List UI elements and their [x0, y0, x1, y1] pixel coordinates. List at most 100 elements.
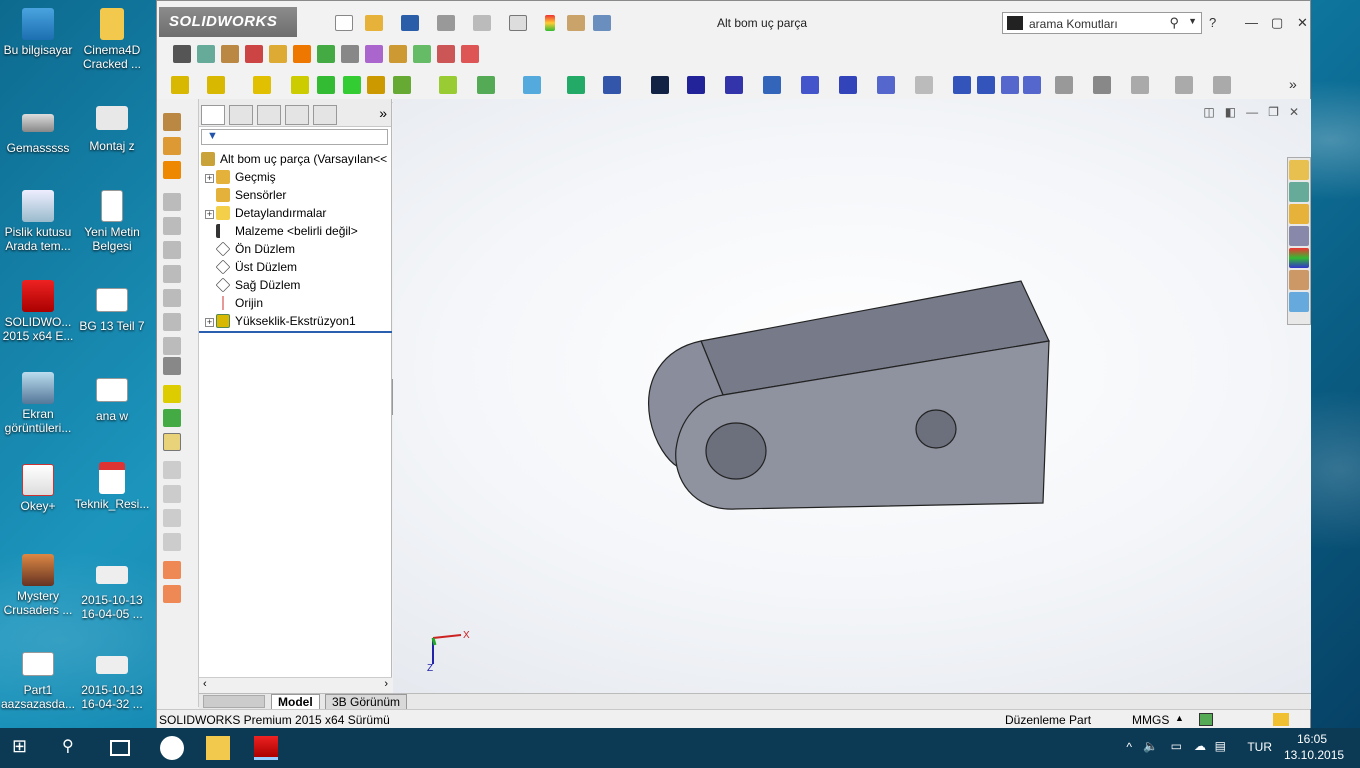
solidworks-logo[interactable]: SOLIDWORKS	[159, 7, 297, 37]
tree-root[interactable]: Alt bom uç parça (Varsayılan<<	[201, 150, 387, 168]
units-selector[interactable]: MMGS	[1132, 713, 1169, 727]
convert-entities-icon[interactable]	[1093, 76, 1111, 94]
chevron-right-icon[interactable]: »	[379, 105, 387, 121]
scene-icon[interactable]	[317, 45, 335, 63]
language-indicator[interactable]: TUR	[1247, 740, 1272, 754]
network-icon[interactable]: ▭	[1171, 739, 1182, 753]
desktop-icon-gemasssss[interactable]: Gemasssss	[0, 108, 76, 155]
loft-icon[interactable]	[291, 76, 309, 94]
home-icon[interactable]	[1289, 160, 1309, 180]
tree-node-annotations[interactable]: + Detaylandırmalar	[205, 204, 326, 222]
tab-3d-view[interactable]: 3B Görünüm	[325, 694, 408, 710]
pattern-grid-icon[interactable]	[163, 433, 181, 451]
tab-navigation-arrows[interactable]	[203, 695, 265, 708]
desktop-icon-recycle-bin[interactable]: Pislik kutusu Arada tem...	[0, 190, 76, 253]
boss-icon[interactable]	[163, 385, 181, 403]
rollback-bar[interactable]	[199, 331, 392, 333]
key-icon[interactable]	[269, 45, 287, 63]
feature-manager-tab-icon[interactable]	[201, 105, 225, 125]
yandex-browser-icon[interactable]	[160, 736, 184, 760]
property-manager-tab-icon[interactable]	[229, 105, 253, 125]
expand-icon[interactable]: +	[205, 210, 214, 219]
minimize-button[interactable]: —	[1245, 15, 1258, 30]
polygon-icon[interactable]	[953, 76, 971, 94]
shell-icon[interactable]	[163, 337, 181, 355]
chevron-up-icon[interactable]: ^	[1126, 740, 1132, 754]
point-icon[interactable]	[977, 76, 995, 94]
feature-icon[interactable]	[163, 113, 181, 131]
appearances-icon[interactable]	[1289, 248, 1309, 268]
search-icon[interactable]: ⚲	[1169, 15, 1179, 31]
cloud-icon[interactable]: ☁	[1194, 739, 1206, 753]
fillet-sketch-icon[interactable]	[915, 76, 933, 94]
tag-icon[interactable]	[1273, 713, 1289, 726]
volume-icon[interactable]: 🔈	[1143, 739, 1158, 753]
sweep-icon[interactable]	[253, 76, 271, 94]
tree-node-top-plane[interactable]: Üst Düzlem	[215, 258, 297, 276]
display-style-icon[interactable]	[293, 45, 311, 63]
sketch-icon[interactable]	[567, 76, 585, 94]
spline-icon[interactable]	[839, 76, 857, 94]
axis-icon[interactable]	[163, 241, 181, 259]
move-entities-icon[interactable]	[1213, 76, 1231, 94]
view-palette-icon[interactable]	[1289, 226, 1309, 246]
tree-scrollbar[interactable]: ‹ ›	[199, 677, 392, 693]
cone-icon[interactable]	[163, 161, 181, 179]
display-manager-tab-icon[interactable]	[313, 105, 337, 125]
help-status-icon[interactable]	[1199, 713, 1213, 726]
curves-icon[interactable]	[477, 76, 495, 94]
centerline-icon[interactable]	[1001, 76, 1019, 94]
combine-icon[interactable]	[163, 585, 181, 603]
maximize-button[interactable]: ▢	[1271, 15, 1283, 31]
extrude-boss-icon[interactable]	[171, 76, 189, 94]
desktop-icon-ana-w[interactable]: ana w	[74, 378, 150, 423]
desktop-icon-solidworks[interactable]: SOLIDWO... 2015 x64 E...	[0, 280, 76, 343]
tree-node-extrude1[interactable]: + Yükseklik-Ekstrüzyon1	[205, 312, 356, 330]
appearance-icon[interactable]	[437, 45, 455, 63]
search-commands-box[interactable]: arama Komutları ⚲ ▼	[1002, 12, 1202, 34]
chevron-down-icon[interactable]: ▼	[1188, 16, 1197, 26]
clock-date[interactable]: 13.10.2015	[1284, 748, 1344, 762]
file-explorer-icon[interactable]	[206, 736, 230, 760]
mirror-icon[interactable]	[1131, 76, 1149, 94]
instant3d-icon[interactable]	[523, 76, 541, 94]
undo-icon[interactable]	[473, 15, 491, 31]
draft-icon[interactable]	[163, 313, 181, 331]
print-icon[interactable]	[437, 15, 455, 31]
solidworks-taskbar-icon[interactable]	[254, 736, 278, 760]
sketch-pattern-icon[interactable]	[1175, 76, 1193, 94]
cut-extrude-icon[interactable]	[163, 409, 181, 427]
keyboard-icon[interactable]: ▤	[1215, 739, 1226, 753]
pattern-icon[interactable]	[365, 45, 383, 63]
search-icon[interactable]: ⚲	[62, 736, 86, 760]
delete-face-icon[interactable]	[163, 509, 181, 527]
coordinate-icon[interactable]	[163, 265, 181, 283]
lock-icon[interactable]	[461, 45, 479, 63]
desktop-icon-screenshot-2[interactable]: 2015-10-13 16-04-32 ...	[74, 652, 150, 711]
desktop-icon-text-doc[interactable]: Yeni Metin Belgesi	[74, 190, 150, 253]
arc-icon[interactable]	[801, 76, 819, 94]
revolve-icon[interactable]	[207, 76, 225, 94]
ellipse-icon[interactable]	[877, 76, 895, 94]
chevron-up-icon[interactable]: ▲	[1175, 713, 1184, 723]
desktop-icon-this-pc[interactable]: Bu bilgisayar	[0, 8, 76, 57]
tree-node-front-plane[interactable]: Ön Düzlem	[215, 240, 295, 258]
desktop-icon-mystery-crusaders[interactable]: Mystery Crusaders ...	[0, 554, 76, 617]
close-button[interactable]: ✕	[1297, 15, 1308, 31]
desktop-icon-cinema4d[interactable]: Cinema4D Cracked ...	[74, 8, 150, 71]
sketch-plane-icon[interactable]	[163, 137, 181, 155]
desktop-icon-bg13[interactable]: BG 13 Teil 7	[74, 288, 150, 333]
render-icon[interactable]	[221, 45, 239, 63]
plane-icon[interactable]	[163, 217, 181, 235]
forum-icon[interactable]	[1289, 292, 1309, 312]
cut-icon[interactable]	[317, 76, 335, 94]
custom-properties-icon[interactable]	[1289, 270, 1309, 290]
tree-node-origin[interactable]: Orijin	[216, 294, 263, 312]
no-entry-icon[interactable]	[163, 533, 181, 551]
rebuild-icon[interactable]	[545, 15, 555, 31]
scroll-left-icon[interactable]: ‹	[203, 678, 207, 690]
tree-node-history[interactable]: + Geçmiş	[205, 168, 276, 186]
tree-node-right-plane[interactable]: Sağ Düzlem	[215, 276, 300, 294]
slot-icon[interactable]	[725, 76, 743, 94]
desktop-icon-screenshots[interactable]: Ekran görüntüleri...	[0, 372, 76, 435]
